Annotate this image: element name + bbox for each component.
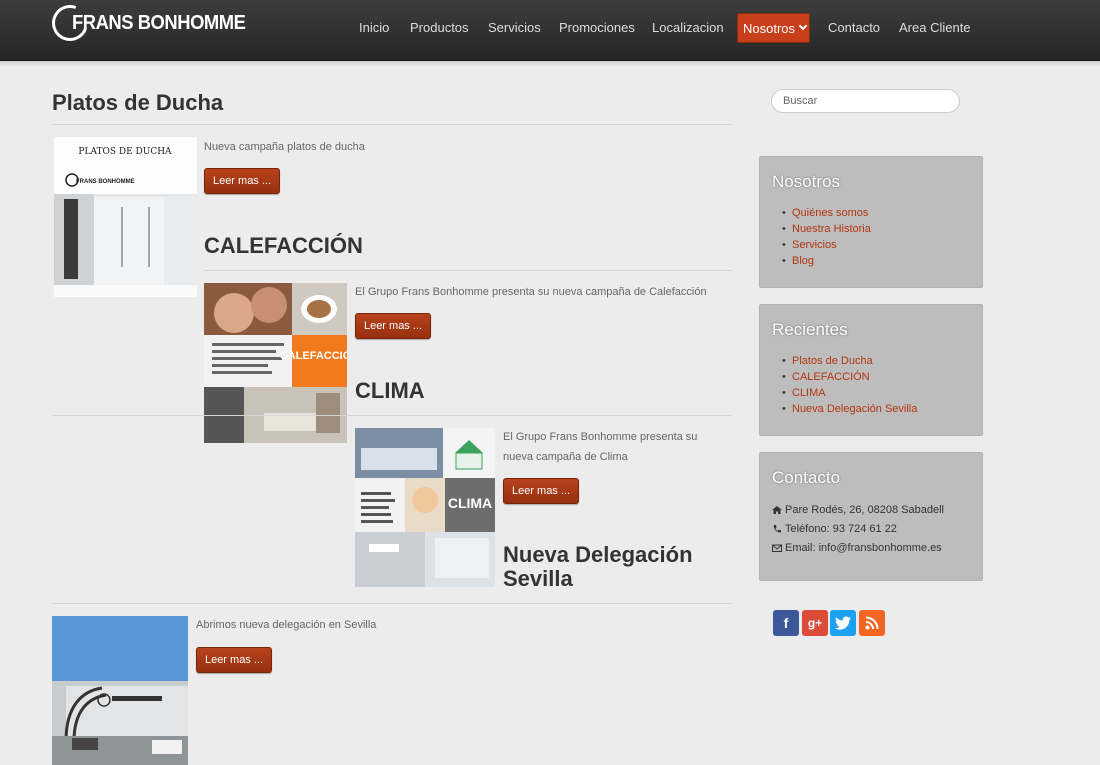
- divider: [204, 270, 732, 271]
- nav-localizacion[interactable]: Localizacion: [652, 20, 724, 35]
- post-title-nueva-delegacion[interactable]: Nueva Delegación Sevilla: [503, 543, 703, 591]
- widget-title: Recientes: [772, 320, 848, 339]
- post-title-calefaccion[interactable]: CALEFACCIÓN: [204, 234, 363, 258]
- facebook-icon[interactable]: f: [773, 610, 799, 636]
- divider: [52, 415, 732, 416]
- delegacion-thumb-image: [52, 616, 188, 765]
- rss-icon[interactable]: [859, 610, 885, 636]
- nav-nosotros-dropdown[interactable]: Nosotros: [737, 13, 810, 43]
- nav-servicios[interactable]: Servicios: [488, 20, 541, 35]
- google-plus-icon[interactable]: g+: [802, 610, 828, 636]
- calefaccion-thumb-image: CALEFACCIÓN: [204, 283, 347, 443]
- post-thumb-calefaccion[interactable]: CALEFACCIÓN: [204, 283, 347, 443]
- widget-recientes: Recientes Platos de Ducha CALEFACCIÓN CL…: [759, 304, 983, 436]
- phone-text: Teléfono: 93 724 61 22: [785, 523, 897, 535]
- post-title-clima[interactable]: CLIMA: [355, 379, 425, 403]
- link-blog[interactable]: Blog: [782, 253, 871, 269]
- post-excerpt: Nueva campaña platos de ducha: [204, 141, 365, 153]
- thumb-heading: PLATOS DE DUCHA: [78, 147, 172, 157]
- nosotros-links: Quiénes somos Nuestra Historia Servicios…: [782, 205, 871, 269]
- post-thumb-clima[interactable]: CLIMA: [355, 428, 495, 587]
- page-title: Platos de Ducha: [52, 90, 224, 115]
- read-more-button[interactable]: Leer mas ...: [204, 168, 280, 194]
- divider: [52, 603, 732, 604]
- widget-title: Nosotros: [772, 172, 841, 191]
- nav-area-cliente[interactable]: Area Cliente: [899, 20, 971, 35]
- link-clima[interactable]: CLIMA: [782, 385, 917, 401]
- contact-email: Email: info@fransbonhomme.es: [772, 542, 942, 554]
- post-thumb-platos-ducha[interactable]: PLATOS DE DUCHA FRANS BONHOMME: [54, 137, 197, 297]
- widget-contacto: Contacto Pare Rodés, 26, 08208 Sabadell …: [759, 452, 983, 581]
- link-quienes-somos[interactable]: Quiénes somos: [782, 205, 871, 221]
- logo-text: FRANS BONHOMME: [72, 11, 246, 34]
- link-nuestra-historia[interactable]: Nuestra Historia: [782, 221, 871, 237]
- email-text: Email: info@fransbonhomme.es: [785, 542, 942, 554]
- contact-address: Pare Rodés, 26, 08208 Sabadell: [772, 504, 944, 516]
- navbar-shadow: [0, 61, 1100, 67]
- link-nueva-delegacion[interactable]: Nueva Delegación Sevilla: [782, 401, 917, 417]
- widget-title: Contacto: [772, 468, 841, 487]
- recientes-links: Platos de Ducha CALEFACCIÓN CLIMA Nueva …: [782, 353, 917, 417]
- thumb-banner: CLIMA: [448, 495, 492, 511]
- address-text: Pare Rodés, 26, 08208 Sabadell: [785, 504, 945, 516]
- nav-productos[interactable]: Productos: [410, 20, 469, 35]
- clima-thumb-image: CLIMA: [355, 428, 495, 587]
- twitter-bird-icon: [835, 616, 851, 630]
- twitter-icon[interactable]: [830, 610, 856, 636]
- search-input[interactable]: [771, 89, 960, 113]
- post-excerpt: Abrimos nueva delegación en Sevilla: [196, 619, 377, 631]
- divider: [52, 124, 732, 125]
- link-calefaccion[interactable]: CALEFACCIÓN: [782, 369, 917, 385]
- post-excerpt: El Grupo Frans Bonhomme presenta su nuev…: [355, 286, 707, 298]
- home-icon: [772, 506, 782, 514]
- thumb-banner: CALEFACCIÓN: [280, 349, 347, 362]
- chevron-down-icon: [798, 21, 808, 31]
- read-more-button[interactable]: Leer mas ...: [196, 647, 272, 673]
- read-more-button[interactable]: Leer mas ...: [503, 478, 579, 504]
- read-more-button[interactable]: Leer mas ...: [355, 313, 431, 339]
- rss-feed-icon: [865, 616, 879, 630]
- brand-logo[interactable]: FRANS BONHOMME: [46, 0, 261, 47]
- thumb-logo: FRANS BONHOMME: [76, 179, 135, 185]
- nav-promociones[interactable]: Promociones: [559, 20, 635, 35]
- phone-icon: [773, 525, 781, 533]
- top-navbar: FRANS BONHOMME Inicio Productos Servicio…: [0, 0, 1100, 61]
- envelope-icon: [772, 544, 782, 552]
- widget-nosotros: Nosotros Quiénes somos Nuestra Historia …: [759, 156, 983, 288]
- nav-nosotros-label: Nosotros: [743, 20, 796, 36]
- nav-inicio[interactable]: Inicio: [359, 20, 389, 35]
- post-excerpt: El Grupo Frans Bonhomme presenta su nuev…: [503, 431, 698, 463]
- contact-phone: Teléfono: 93 724 61 22: [772, 523, 897, 535]
- post-thumb-nueva-delegacion[interactable]: [52, 616, 188, 765]
- nav-contacto[interactable]: Contacto: [828, 20, 880, 35]
- link-servicios[interactable]: Servicios: [782, 237, 871, 253]
- link-platos-de-ducha[interactable]: Platos de Ducha: [782, 353, 917, 369]
- platos-ducha-thumb-image: PLATOS DE DUCHA FRANS BONHOMME: [54, 137, 197, 297]
